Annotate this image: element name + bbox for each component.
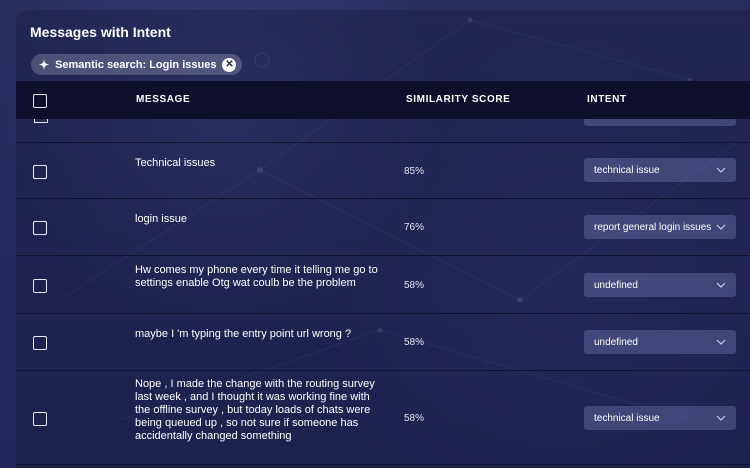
page-title: Messages with Intent xyxy=(30,24,171,40)
message-text: maybe I 'm typing the entry point url wr… xyxy=(135,328,352,340)
message-text: Technical issues xyxy=(135,157,216,169)
intent-value: technical issue xyxy=(594,164,660,176)
intent-value: report general login issues xyxy=(594,221,712,233)
intent-value: technical issue xyxy=(594,412,660,424)
similarity-score: 58% xyxy=(404,413,425,424)
intent-value: undefined xyxy=(594,279,638,291)
semantic-search-chip[interactable]: ✦ Semantic search: Login issues ✕ xyxy=(31,54,243,75)
row-checkbox[interactable] xyxy=(33,279,47,293)
sparkle-icon: ✦ xyxy=(39,57,50,72)
select-all-checkbox[interactable] xyxy=(33,94,47,108)
table-header xyxy=(16,81,750,119)
column-header-similarity-score[interactable]: SIMILARITY SCORE xyxy=(406,94,510,105)
similarity-score: 85% xyxy=(404,166,425,177)
row-divider xyxy=(16,313,750,314)
intent-select[interactable]: technical issue xyxy=(584,406,736,430)
row-divider xyxy=(16,464,750,465)
intent-select[interactable]: undefined xyxy=(584,330,736,354)
row-checkbox[interactable] xyxy=(33,412,47,426)
message-text: login issue xyxy=(135,213,187,225)
chip-label: Semantic search: Login issues xyxy=(55,58,217,71)
similarity-score: 58% xyxy=(404,337,425,348)
row-checkbox[interactable] xyxy=(34,119,48,123)
row-divider xyxy=(16,198,750,199)
column-header-intent[interactable]: INTENT xyxy=(587,94,627,105)
chevron-down-icon xyxy=(716,339,726,345)
messages-panel xyxy=(16,10,750,468)
similarity-score: 76% xyxy=(404,222,425,233)
similarity-score: 58% xyxy=(404,280,425,291)
column-header-message[interactable]: MESSAGE xyxy=(136,94,190,105)
intent-select[interactable] xyxy=(584,119,736,126)
intent-select[interactable]: report general login issues xyxy=(584,215,736,239)
chevron-down-icon xyxy=(716,224,726,230)
chevron-down-icon xyxy=(716,282,726,288)
row-divider xyxy=(16,255,750,256)
row-checkbox[interactable] xyxy=(33,336,47,350)
message-text: Nope , I made the change with the routin… xyxy=(135,378,375,442)
chevron-down-icon xyxy=(716,167,726,173)
row-divider xyxy=(16,142,750,143)
chevron-down-icon xyxy=(716,415,726,421)
message-text: Hw comes my phone every time it telling … xyxy=(135,264,378,289)
close-icon[interactable]: ✕ xyxy=(222,57,237,72)
intent-select[interactable]: undefined xyxy=(584,273,736,297)
intent-value: undefined xyxy=(594,336,638,348)
row-checkbox[interactable] xyxy=(33,221,47,235)
row-checkbox[interactable] xyxy=(33,165,47,179)
row-divider xyxy=(16,370,750,371)
intent-select[interactable]: technical issue xyxy=(584,158,736,182)
